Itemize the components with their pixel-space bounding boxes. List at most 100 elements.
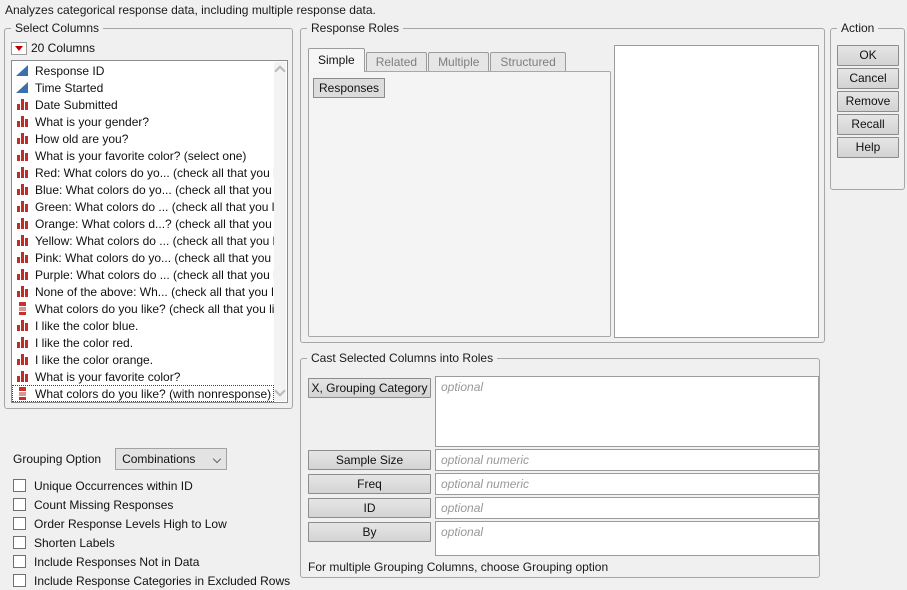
column-label: I like the color red. [35, 336, 133, 350]
column-label: I like the color blue. [35, 319, 138, 333]
options-checkbox-group: Unique Occurrences within ID Count Missi… [13, 476, 305, 590]
response-roles-panel: Response Roles Simple Related Multiple S… [300, 28, 825, 343]
option-row: Include Response Categories in Excluded … [13, 571, 305, 590]
option-label: Count Missing Responses [34, 498, 173, 512]
column-list-item[interactable]: Orange: What colors d...? (check all tha… [12, 215, 274, 232]
column-label: Blue: What colors do yo... (check all th… [35, 183, 274, 197]
column-label: Time Started [35, 81, 103, 95]
cast-roles-panel: Cast Selected Columns into Roles X, Grou… [300, 358, 820, 578]
modeling-type-icon [16, 149, 30, 162]
option-row: Unique Occurrences within ID [13, 476, 305, 495]
column-list-item[interactable]: Blue: What colors do yo... (check all th… [12, 181, 274, 198]
column-list-item[interactable]: What is your gender? [12, 113, 274, 130]
modeling-type-icon [16, 387, 30, 400]
modeling-type-icon [16, 132, 30, 145]
freq-input[interactable]: optional numeric [435, 473, 819, 495]
modeling-type-icon [16, 166, 30, 179]
column-label: What is your favorite color? [35, 370, 180, 384]
column-list-item[interactable]: Time Started [12, 79, 274, 96]
option-checkbox[interactable] [13, 498, 26, 511]
simple-tab-panel: Responses [308, 71, 611, 337]
column-label: Orange: What colors d...? (check all tha… [35, 217, 274, 231]
column-label: What colors do you like? (with nonrespon… [35, 387, 271, 401]
column-list-item[interactable]: Yellow: What colors do ... (check all th… [12, 232, 274, 249]
column-list-item[interactable]: What colors do you like? (check all that… [12, 300, 274, 317]
modeling-type-icon [16, 336, 30, 349]
column-label: Pink: What colors do yo... (check all th… [35, 251, 274, 265]
column-label: Purple: What colors do ... (check all th… [35, 268, 274, 282]
column-list-item[interactable]: Date Submitted [12, 96, 274, 113]
tab-related[interactable]: Related [366, 52, 427, 72]
column-list-item[interactable]: Response ID [12, 62, 274, 79]
option-checkbox[interactable] [13, 574, 26, 587]
option-label: Include Responses Not in Data [34, 555, 199, 569]
listbox-scrollbar[interactable] [274, 62, 286, 401]
option-checkbox[interactable] [13, 536, 26, 549]
option-checkbox[interactable] [13, 555, 26, 568]
column-list-item[interactable]: Red: What colors do yo... (check all tha… [12, 164, 274, 181]
modeling-type-icon [16, 268, 30, 281]
modeling-type-icon [16, 234, 30, 247]
responses-target-list[interactable] [614, 45, 819, 338]
freq-button[interactable]: Freq [308, 474, 431, 494]
scroll-up-icon[interactable] [276, 67, 283, 74]
column-list-item[interactable]: I like the color orange. [12, 351, 274, 368]
recall-button[interactable]: Recall [837, 114, 899, 135]
column-list-item[interactable]: How old are you? [12, 130, 274, 147]
modeling-type-icon [16, 370, 30, 383]
sample-size-input[interactable]: optional numeric [435, 449, 819, 471]
column-list-item[interactable]: What is your favorite color? (select one… [12, 147, 274, 164]
column-label: Red: What colors do yo... (check all tha… [35, 166, 274, 180]
modeling-type-icon [16, 98, 30, 111]
id-button[interactable]: ID [308, 498, 431, 518]
column-list-item[interactable]: What is your favorite color? [12, 368, 274, 385]
help-button[interactable]: Help [837, 137, 899, 158]
option-label: Unique Occurrences within ID [34, 479, 193, 493]
by-input[interactable]: optional [435, 521, 819, 556]
scroll-down-icon[interactable] [276, 389, 283, 396]
columns-header: 20 Columns [11, 41, 95, 55]
option-row: Count Missing Responses [13, 495, 305, 514]
column-list-item[interactable]: I like the color red. [12, 334, 274, 351]
column-label: What colors do you like? (check all that… [35, 302, 274, 316]
option-checkbox[interactable] [13, 479, 26, 492]
modeling-type-icon [16, 251, 30, 264]
x-grouping-category-input[interactable]: optional [435, 376, 819, 447]
select-columns-title: Select Columns [11, 21, 103, 35]
tab-multiple[interactable]: Multiple [428, 52, 489, 72]
modeling-type-icon [16, 81, 30, 94]
column-list-item[interactable]: Pink: What colors do yo... (check all th… [12, 249, 274, 266]
by-button[interactable]: By [308, 522, 431, 542]
remove-button[interactable]: Remove [837, 91, 899, 112]
column-list-item[interactable]: I like the color blue. [12, 317, 274, 334]
option-row: Order Response Levels High to Low [13, 514, 305, 533]
modeling-type-icon [16, 217, 30, 230]
columns-listbox[interactable]: Response ID Time Started Date Submitted … [11, 60, 288, 403]
option-row: Include Responses Not in Data [13, 552, 305, 571]
column-label: None of the above: Wh... (check all that… [35, 285, 274, 299]
id-input[interactable]: optional [435, 497, 819, 519]
red-triangle-menu-icon[interactable] [11, 42, 27, 55]
chevron-down-icon [214, 456, 221, 463]
tab-simple[interactable]: Simple [308, 48, 365, 72]
column-list-item[interactable]: Purple: What colors do ... (check all th… [12, 266, 274, 283]
sample-size-button[interactable]: Sample Size [308, 450, 431, 470]
grouping-option-dropdown[interactable]: Combinations [115, 448, 227, 470]
grouping-option-label: Grouping Option [13, 452, 101, 466]
column-label: What is your favorite color? (select one… [35, 149, 246, 163]
column-label: Response ID [35, 64, 104, 78]
option-checkbox[interactable] [13, 517, 26, 530]
modeling-type-icon [16, 183, 30, 196]
tab-structured[interactable]: Structured [490, 52, 565, 72]
response-roles-title: Response Roles [307, 21, 403, 35]
option-label: Include Response Categories in Excluded … [34, 574, 290, 588]
modeling-type-icon [16, 285, 30, 298]
x-grouping-category-button[interactable]: X, Grouping Category [308, 378, 431, 398]
ok-button[interactable]: OK [837, 45, 899, 66]
column-list-item[interactable]: Green: What colors do ... (check all tha… [12, 198, 274, 215]
column-list-item[interactable]: None of the above: Wh... (check all that… [12, 283, 274, 300]
grouping-note: For multiple Grouping Columns, choose Gr… [308, 560, 608, 574]
cancel-button[interactable]: Cancel [837, 68, 899, 89]
responses-role-button[interactable]: Responses [313, 78, 385, 98]
column-list-item[interactable]: What colors do you like? (with nonrespon… [12, 385, 274, 402]
